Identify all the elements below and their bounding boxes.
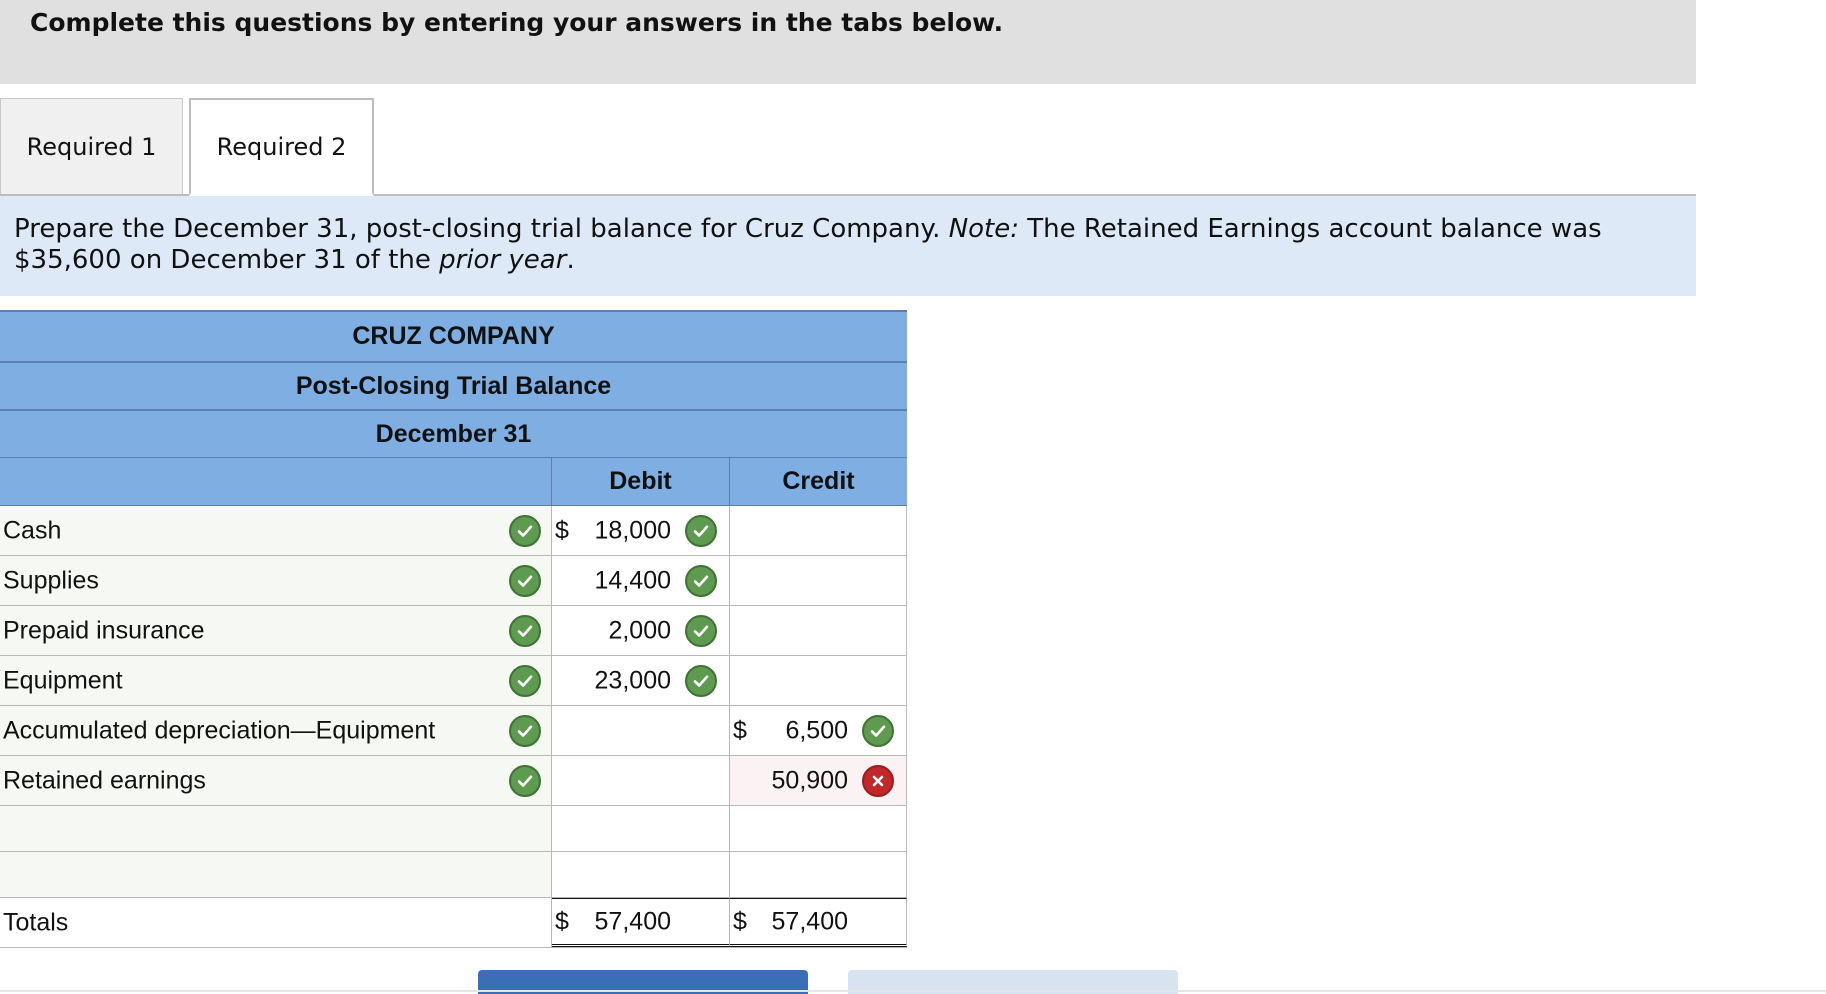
credit-amount: 6,500 <box>785 716 848 744</box>
credit-total-dollar-sign: $ <box>733 907 747 935</box>
debit-input[interactable]: $18,000 <box>552 506 730 555</box>
account-select[interactable] <box>0 806 552 851</box>
question-instructions: Prepare the December 31, post-closing tr… <box>0 196 1696 296</box>
credit-amount: 50,900 <box>771 766 848 794</box>
table-row: Equipment 23,000 <box>0 656 907 706</box>
account-select[interactable]: Prepaid insurance <box>0 606 552 655</box>
account-select[interactable]: Cash <box>0 506 552 555</box>
statement-date: December 31 <box>0 410 907 458</box>
debit-input[interactable] <box>552 852 730 897</box>
tab-required-2[interactable]: Required 2 <box>189 98 374 196</box>
check-icon <box>509 564 541 597</box>
account-column-header <box>0 458 552 506</box>
error-x-icon <box>862 764 894 797</box>
debit-amount: 2,000 <box>608 616 671 644</box>
check-icon <box>685 664 717 697</box>
table-row: Supplies 14,400 <box>0 556 907 606</box>
tab-bar: Required 1 Required 2 <box>0 98 1696 196</box>
debit-amount: 14,400 <box>594 566 671 594</box>
debit-input[interactable] <box>552 806 730 851</box>
note-label: Note: <box>948 214 1019 244</box>
credit-input[interactable] <box>730 556 907 605</box>
check-icon <box>685 564 717 597</box>
credit-input[interactable]: $6,500 <box>730 706 907 755</box>
debit-input[interactable] <box>552 706 730 755</box>
debit-total: $57,400 <box>552 898 730 947</box>
table-row: Cash $18,000 <box>0 506 907 556</box>
credit-column-header: Credit <box>730 458 907 506</box>
credit-input[interactable]: 50,900 <box>730 756 907 805</box>
credit-input[interactable] <box>730 852 907 897</box>
credit-input[interactable] <box>730 806 907 851</box>
instructions-part1: Prepare the December 31, post-closing tr… <box>14 214 949 244</box>
debit-total-dollar-sign: $ <box>555 907 569 935</box>
table-row <box>0 806 907 852</box>
credit-input[interactable] <box>730 606 907 655</box>
check-icon <box>509 764 541 797</box>
credit-input[interactable] <box>730 506 907 555</box>
account-name: Accumulated depreciation—Equipment <box>3 716 436 744</box>
totals-row: Totals $57,400 $57,400 <box>0 898 907 948</box>
instructions-part3: . <box>566 245 575 275</box>
table-row <box>0 852 907 898</box>
debit-amount: 18,000 <box>594 516 671 544</box>
account-name: Retained earnings <box>3 766 206 794</box>
table-row: Accumulated depreciation—Equipment $6,500 <box>0 706 907 756</box>
account-select[interactable]: Retained earnings <box>0 756 552 805</box>
debit-input[interactable]: 2,000 <box>552 606 730 655</box>
credit-dollar-sign: $ <box>733 716 747 744</box>
credit-input[interactable] <box>730 656 907 705</box>
prior-year-text: prior year <box>439 245 567 275</box>
check-icon <box>509 614 541 647</box>
account-select[interactable]: Equipment <box>0 656 552 705</box>
account-name: Cash <box>3 516 62 544</box>
debit-total-amount: 57,400 <box>594 907 671 935</box>
company-name: CRUZ COMPANY <box>0 310 907 362</box>
debit-dollar-sign: $ <box>555 516 569 544</box>
debit-column-header: Debit <box>552 458 730 506</box>
check-icon <box>862 714 894 747</box>
table-row: Prepaid insurance 2,000 <box>0 606 907 656</box>
footer-divider <box>0 990 1826 992</box>
statement-title: Post-Closing Trial Balance <box>0 362 907 410</box>
check-icon <box>509 664 541 697</box>
table-row: Retained earnings 50,900 <box>0 756 907 806</box>
debit-input[interactable]: 14,400 <box>552 556 730 605</box>
debit-input[interactable] <box>552 756 730 805</box>
account-name: Prepaid insurance <box>3 616 205 644</box>
debit-amount: 23,000 <box>594 666 671 694</box>
check-icon <box>685 614 717 647</box>
check-icon <box>509 514 541 547</box>
account-select[interactable]: Accumulated depreciation—Equipment <box>0 706 552 755</box>
debit-input[interactable]: 23,000 <box>552 656 730 705</box>
totals-label-cell: Totals <box>0 898 552 947</box>
totals-label: Totals <box>3 908 69 936</box>
account-name: Equipment <box>3 666 123 694</box>
account-name: Supplies <box>3 566 99 594</box>
account-select[interactable]: Supplies <box>0 556 552 605</box>
banner-text: Complete this questions by entering your… <box>30 8 1004 37</box>
credit-total: $57,400 <box>730 898 907 947</box>
credit-total-amount: 57,400 <box>771 907 848 935</box>
tab-required-1[interactable]: Required 1 <box>0 98 183 194</box>
instructions-text: Prepare the December 31, post-closing tr… <box>14 214 1674 276</box>
check-icon <box>509 714 541 747</box>
instructions-banner: Complete this questions by entering your… <box>0 0 1696 84</box>
account-select[interactable] <box>0 852 552 897</box>
check-icon <box>685 514 717 547</box>
